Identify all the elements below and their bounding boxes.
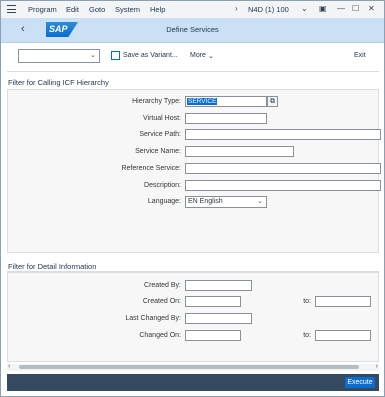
section-title-icf-hierarchy: Filter for Calling ICF Hierarchy — [8, 78, 109, 87]
variant-select[interactable]: ⌄ — [18, 49, 100, 63]
language-dropdown[interactable]: EN English ⌄ — [185, 196, 267, 208]
description-input[interactable] — [185, 180, 381, 191]
description-label: Description: — [144, 182, 181, 189]
service-name-input[interactable] — [185, 146, 294, 157]
hierarchy-type-value: SERVICE — [187, 98, 218, 105]
menu-edit[interactable]: Edit — [66, 5, 79, 14]
service-path-input[interactable] — [185, 129, 381, 140]
changed-on-input[interactable] — [185, 330, 241, 341]
virtual-host-input[interactable] — [185, 113, 267, 124]
chevron-right-icon[interactable]: › — [235, 4, 238, 14]
created-by-label: Created By: — [144, 282, 181, 289]
maximize-icon[interactable]: ☐ — [352, 4, 359, 14]
scroll-left-icon[interactable]: ‹ — [8, 363, 10, 370]
page-title: Define Services — [166, 25, 219, 34]
close-icon[interactable]: ✕ — [368, 4, 375, 14]
save-variant-button[interactable]: Save as Variant... — [123, 52, 178, 59]
sap-gui-window: Program Edit Goto System Help › N4D (1) … — [0, 0, 385, 397]
hierarchy-type-label: Hierarchy Type: — [132, 98, 181, 105]
minimize-icon[interactable]: — — [337, 4, 345, 14]
more-button[interactable]: More — [190, 52, 206, 59]
menu-system[interactable]: System — [115, 5, 140, 14]
section-title-detail-information: Filter for Detail Information — [8, 262, 97, 271]
save-variant-icon[interactable] — [111, 51, 120, 60]
divider — [7, 71, 379, 72]
chevron-down-icon: ⌄ — [90, 52, 96, 59]
created-on-input[interactable] — [185, 296, 241, 307]
exit-button[interactable]: Exit — [354, 52, 366, 59]
menu-bar: Program Edit Goto System Help › N4D (1) … — [1, 1, 384, 19]
reference-service-input[interactable] — [185, 163, 381, 174]
chevron-down-icon[interactable]: ⌄ — [301, 4, 308, 14]
last-changed-by-label: Last Changed By: — [125, 315, 181, 322]
value-help-icon[interactable]: ⧉ — [267, 96, 278, 107]
changed-on-label: Changed On: — [139, 332, 181, 339]
session-icon[interactable]: ▣ — [319, 4, 327, 14]
footer-bar: Execute — [7, 374, 379, 391]
hierarchy-type-input[interactable]: SERVICE — [185, 96, 267, 107]
created-on-label: Created On: — [142, 298, 181, 305]
created-on-to-label: to: — [303, 298, 311, 305]
created-by-input[interactable] — [185, 280, 252, 291]
created-on-to-input[interactable] — [315, 296, 371, 307]
changed-on-to-label: to: — [303, 332, 311, 339]
scroll-thumb[interactable] — [19, 365, 359, 369]
service-path-label: Service Path: — [139, 131, 181, 138]
menu-icon[interactable] — [7, 5, 16, 13]
menu-program[interactable]: Program — [28, 5, 57, 14]
language-label: Language: — [147, 198, 181, 205]
horizontal-scrollbar[interactable]: ‹ › — [7, 363, 379, 371]
scroll-right-icon[interactable]: › — [376, 363, 378, 370]
system-info: N4D (1) 100 — [248, 5, 289, 14]
title-bar: ‹ SAP Define Services — [1, 18, 384, 43]
changed-on-to-input[interactable] — [315, 330, 371, 341]
chevron-down-icon: ⌄ — [208, 53, 214, 60]
virtual-host-label: Virtual Host: — [143, 115, 181, 122]
last-changed-by-input[interactable] — [185, 313, 252, 324]
execute-button[interactable]: Execute — [345, 377, 375, 388]
reference-service-label: Reference Service: — [121, 165, 181, 172]
menu-help[interactable]: Help — [150, 5, 165, 14]
service-name-label: Service Name: — [135, 148, 181, 155]
language-value: EN English — [188, 198, 223, 205]
chevron-down-icon: ⌄ — [257, 198, 263, 205]
menu-goto[interactable]: Goto — [89, 5, 105, 14]
